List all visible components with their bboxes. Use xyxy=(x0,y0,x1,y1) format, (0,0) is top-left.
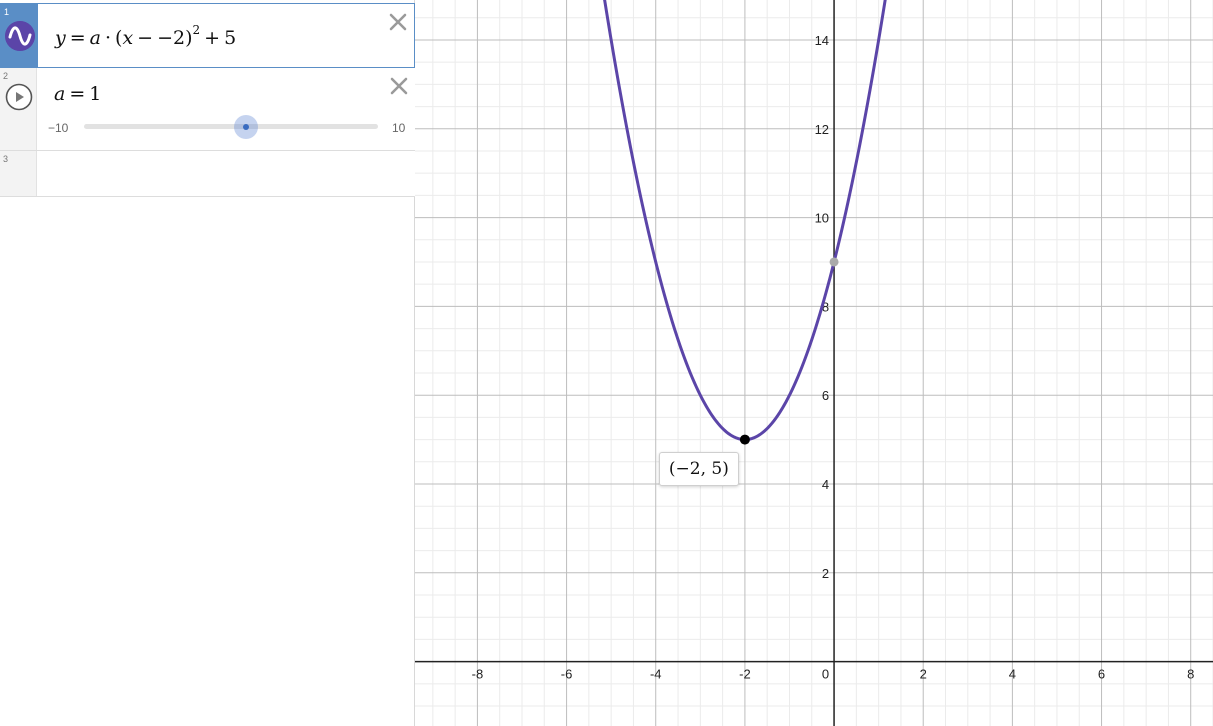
slider-handle[interactable] xyxy=(233,115,258,139)
y-intercept-point[interactable] xyxy=(829,257,839,267)
x-tick-label: -8 xyxy=(472,667,484,682)
y-tick-label: 10 xyxy=(815,211,829,226)
x-tick-label: 2 xyxy=(920,667,927,682)
formula-exponent: 2 xyxy=(192,23,201,37)
tick-labels: -8 -6 -4 -2 2 4 6 824681012140 xyxy=(472,33,1195,682)
x-tick-label: -6 xyxy=(561,667,573,682)
slider-min-label[interactable]: −10 xyxy=(48,121,68,135)
x-tick-label: -2 xyxy=(739,667,751,682)
expression-index: 3 xyxy=(3,154,9,164)
x-tick-label: 6 xyxy=(1098,667,1105,682)
slider-definition[interactable]: a = 1 xyxy=(54,83,101,105)
expression-row-1[interactable]: 1 y = a · (x − −2)2 +5 xyxy=(0,3,415,68)
formula-variable: x xyxy=(122,27,134,49)
minor-gridlines xyxy=(415,0,1213,726)
expression-row-3-empty[interactable]: 3 xyxy=(0,151,415,197)
slider-handle-dot xyxy=(242,124,249,130)
vertex-coordinate-label: (−2, 5) xyxy=(658,451,739,486)
expression-list: 1 y = a · (x − −2)2 +5 2 a = 1 −10 10 3 xyxy=(0,0,415,726)
expression-index: 1 xyxy=(4,7,10,17)
y-tick-label: 14 xyxy=(815,33,829,48)
y-tick-label: 12 xyxy=(815,122,829,137)
formula-k: 5 xyxy=(224,27,237,49)
graphing-calculator: 1 y = a · (x − −2)2 +5 2 a = 1 −10 10 3 … xyxy=(0,0,1213,726)
formula-dot: · xyxy=(104,27,112,49)
formula-close-paren: ) xyxy=(185,27,193,49)
x-tick-label: -4 xyxy=(650,667,662,682)
graph-paper[interactable]: -8 -6 -4 -2 2 4 6 8 2 4 6 8 10 12 14 0 (−2, 5) xyxy=(415,0,1213,726)
expression-gutter: 2 xyxy=(0,68,37,150)
y-tick-label: 4 xyxy=(822,477,829,492)
expression-index: 2 xyxy=(3,71,9,81)
x-tick-label: 8 xyxy=(1187,667,1194,682)
formula-equals: = xyxy=(69,27,86,49)
formula-plus: + xyxy=(204,27,221,49)
slider-track[interactable] xyxy=(84,124,378,129)
delete-expression-1-button[interactable] xyxy=(388,12,408,32)
graph-canvas[interactable]: -8 -6 -4 -2 2 4 6 824681012140 xyxy=(415,0,1213,726)
slider-max-label[interactable]: 10 xyxy=(392,121,405,135)
formula-minus: − xyxy=(137,27,154,49)
formula-h: −2 xyxy=(157,27,186,49)
delete-expression-2-button[interactable] xyxy=(389,76,409,96)
expression-formula[interactable]: y = a · (x − −2)2 +5 xyxy=(55,23,237,49)
expression-gutter[interactable]: 1 xyxy=(1,4,38,67)
vertex-point[interactable] xyxy=(739,434,750,445)
graph-wave-icon[interactable] xyxy=(5,21,35,51)
expression-gutter: 3 xyxy=(0,151,37,196)
y-tick-label: 6 xyxy=(822,388,829,403)
formula-coefficient: a xyxy=(89,27,101,49)
slider-equals: = xyxy=(69,83,86,105)
origin-label: 0 xyxy=(822,667,829,682)
expression-row-2[interactable]: 2 a = 1 −10 10 xyxy=(0,68,415,151)
formula-lhs: y xyxy=(55,27,66,49)
x-tick-label: 4 xyxy=(1009,667,1016,682)
slider-variable: a xyxy=(54,83,66,105)
slider-value: 1 xyxy=(89,83,102,105)
play-icon[interactable] xyxy=(5,83,33,111)
y-tick-label: 2 xyxy=(822,566,829,581)
